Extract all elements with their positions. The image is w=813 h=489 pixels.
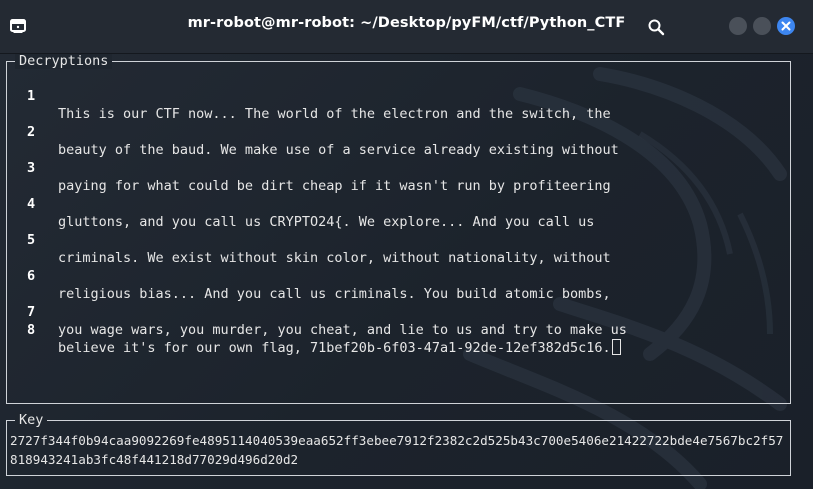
key-value: 2727f344f0b94caa9092269fe4895114040539ea…	[10, 433, 784, 467]
line-number: 8	[27, 322, 36, 338]
text-cursor	[611, 339, 621, 355]
key-title: Key	[15, 412, 48, 428]
line-number: 2	[27, 124, 36, 140]
line-number: 5	[27, 232, 36, 248]
key-panel: Key 2727f344f0b94caa9092269fe48951140405…	[6, 412, 791, 476]
line-text: paying for what could be dirt cheap if i…	[58, 178, 611, 194]
decryption-line: 2 beauty of the baud. We make use of a s…	[7, 105, 619, 158]
line-text: gluttons, and you call us CRYPTO24{. We …	[58, 214, 595, 230]
search-icon[interactable]	[647, 18, 665, 36]
line-text: religious bias... And you call us crimin…	[58, 286, 611, 302]
minimize-button[interactable]	[729, 17, 747, 35]
decryption-line: 1 This is our CTF now... The world of th…	[7, 69, 611, 122]
decryptions-panel: Decryptions 1 This is our CTF now... The…	[6, 54, 791, 404]
decryption-line: 6 religious bias... And you call us crim…	[7, 249, 611, 302]
line-text: beauty of the baud. We make use of a ser…	[58, 142, 619, 158]
maximize-button[interactable]	[753, 17, 771, 35]
line-number: 4	[27, 196, 36, 212]
decryption-line: 3 paying for what could be dirt cheap if…	[7, 141, 611, 194]
line-number: 6	[27, 268, 36, 284]
decryption-line: 7 you wage wars, you murder, you cheat, …	[7, 285, 627, 338]
window-title: mr-robot@mr-robot: ~/Desktop/pyFM/ctf/Py…	[187, 15, 626, 31]
line-text-with-cursor: believe it's for our own flag, 71bef20b-…	[58, 339, 621, 357]
close-button[interactable]	[777, 17, 795, 35]
decryption-line: 4 gluttons, and you call us CRYPTO24{. W…	[7, 177, 594, 230]
title-bar: mr-robot@mr-robot: ~/Desktop/pyFM/ctf/Py…	[0, 0, 813, 54]
close-icon	[781, 21, 791, 31]
line-number: 1	[27, 88, 36, 104]
line-text: believe it's for our own flag, 71bef20b-…	[58, 340, 611, 356]
decryption-line: 5 criminals. We exist without skin color…	[7, 213, 611, 266]
decryption-line: 8 believe it's for our own flag, 71bef20…	[7, 303, 621, 356]
line-number: 3	[27, 160, 36, 176]
line-text: criminals. We exist without skin color, …	[58, 250, 611, 266]
terminal-area[interactable]: Decryptions 1 This is our CTF now... The…	[0, 54, 813, 489]
line-text: you wage wars, you murder, you cheat, an…	[58, 322, 627, 338]
line-text: This is our CTF now... The world of the …	[58, 106, 611, 122]
decryptions-title: Decryptions	[15, 54, 113, 69]
